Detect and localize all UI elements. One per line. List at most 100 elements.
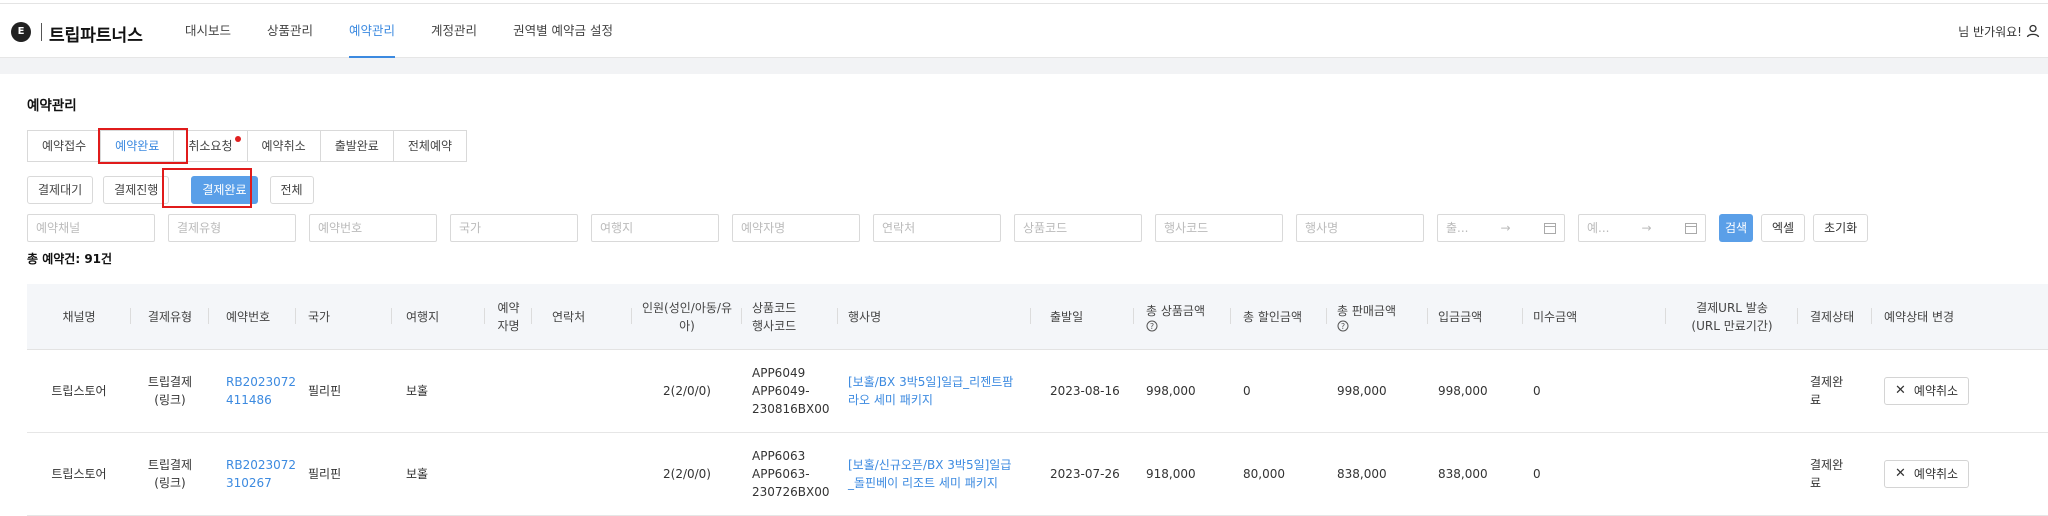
cell-destination: 보홀 (406, 384, 429, 398)
col-code: 상품코드 행사코드 (742, 284, 838, 349)
close-icon: ✕ (1895, 466, 1906, 481)
cell-total-product: 918,000 (1146, 467, 1196, 481)
cell-payment-type: 트립결제 (링크) (147, 375, 193, 407)
product-code-input[interactable]: 상품코드 (1014, 214, 1142, 242)
close-icon: ✕ (1895, 383, 1906, 398)
cell-deposit: 838,000 (1438, 467, 1488, 481)
col-departure: 출발일 (1031, 284, 1134, 349)
nav-dashboard[interactable]: 대시보드 (185, 4, 231, 58)
cell-unpaid: 0 (1533, 384, 1541, 398)
cell-action: ✕ 예약취소 (1872, 350, 2024, 432)
cell-channel: 트립스토어 (51, 467, 107, 481)
tab-label: 예약완료 (115, 139, 160, 153)
booking-no-input[interactable]: 예약번호 (309, 214, 437, 242)
date-start-placeholder: 출... (1446, 221, 1469, 235)
booker-input[interactable]: 예약자명 (732, 214, 860, 242)
search-button[interactable]: 검색 (1719, 214, 1753, 242)
event-name-input[interactable]: 행사명 (1296, 214, 1424, 242)
event-name-link[interactable]: [보홀/신규오픈/BX 3박5일]일급 _돌핀베이 리조트 세미 패키지 (838, 433, 1031, 515)
cell-booker (485, 350, 532, 432)
cell-contact (532, 433, 632, 515)
reset-button[interactable]: 초기화 (1813, 214, 1869, 242)
col-deposit: 입금금액 (1428, 284, 1523, 349)
arrow-icon: → (1500, 221, 1511, 235)
subtab-processing[interactable]: 결제진행 (103, 176, 170, 204)
table-row: 트립스토어 트립결제 (링크) RB2023072 310267 필리핀 보홀 … (27, 433, 2048, 516)
cell-action: ✕ 예약취소 (1872, 433, 2024, 515)
booking-no-link[interactable]: RB2023072 411486 (209, 350, 296, 432)
subtab-paid[interactable]: 결제완료 (191, 176, 258, 204)
col-destination: 여행지 (392, 284, 485, 349)
tab-label: 예약접수 (42, 139, 87, 153)
payment-type-filter[interactable]: 결제유형 (168, 214, 296, 242)
contact-input[interactable]: 연락처 (873, 214, 1001, 242)
notification-dot (234, 136, 241, 142)
cell-total-sales: 838,000 (1337, 467, 1387, 481)
tab-cancelled[interactable]: 예약취소 (246, 130, 320, 162)
subtab-pending[interactable]: 결제대기 (27, 176, 94, 204)
header-label: 총 상품금액 (1146, 303, 1206, 318)
total-count: 총 예약건: 91건 (27, 252, 113, 266)
cell-total-discount: 80,000 (1243, 467, 1285, 481)
svg-text:?: ? (1341, 322, 1345, 331)
logo-divider (41, 23, 42, 41)
col-pax: 인원(성인/아동/유아) (632, 284, 742, 349)
booking-no-link[interactable]: RB2023072 310267 (209, 433, 296, 515)
tab-label: 취소요청 (188, 139, 233, 153)
cancel-booking-button[interactable]: ✕ 예약취소 (1884, 377, 1970, 405)
cell-url-sent (1666, 350, 1798, 432)
col-contact: 연락처 (532, 284, 632, 349)
brand-name[interactable]: 트립파트너스 (49, 21, 143, 46)
subtab-all[interactable]: 전체 (269, 176, 314, 204)
calendar-icon (1544, 223, 1556, 234)
cell-country: 필리핀 (308, 467, 342, 481)
col-payment-type: 결제유형 (131, 284, 209, 349)
destination-filter[interactable]: 여행지 (591, 214, 719, 242)
top-header: E 트립파트너스 대시보드 상품관리 예약관리 계정관리 권역별 예약금 설정 … (0, 4, 2048, 58)
col-total-product: 총 상품금액 ? (1134, 284, 1231, 349)
cell-total-sales: 998,000 (1337, 384, 1387, 398)
col-booking-no: 예약번호 (209, 284, 296, 349)
cancel-booking-button[interactable]: ✕ 예약취소 (1884, 460, 1970, 488)
nav-deposit-settings[interactable]: 권역별 예약금 설정 (513, 4, 613, 58)
nav-account[interactable]: 계정관리 (431, 4, 477, 58)
cell-pax: 2(2/0/0) (663, 384, 711, 398)
help-icon[interactable]: ? (1146, 320, 1158, 332)
cell-total-product: 998,000 (1146, 384, 1196, 398)
cell-pay-status: 결제완 료 (1810, 375, 1844, 407)
nav-product[interactable]: 상품관리 (267, 4, 313, 58)
col-booker: 예약자명 (485, 284, 532, 349)
greeting-text: 님 반가워요! (1958, 25, 2022, 39)
excel-button[interactable]: 엑셀 (1761, 214, 1806, 242)
col-channel: 채널명 (27, 284, 131, 349)
country-filter[interactable]: 국가 (450, 214, 578, 242)
header-stack: 결제URL 발송 (URL 만료기간) (1691, 299, 1772, 335)
booking-date-range[interactable]: 예... → (1578, 214, 1706, 242)
event-code-input[interactable]: 행사코드 (1155, 214, 1283, 242)
user-icon[interactable] (2026, 24, 2040, 38)
page-title: 예약관리 (27, 98, 77, 114)
help-icon[interactable]: ? (1337, 320, 1349, 332)
event-name-link[interactable]: [보홀/BX 3박5일]일급_리젠트팜 라오 세미 패키지 (838, 350, 1031, 432)
cell-destination: 보홀 (406, 467, 429, 481)
cell-channel: 트립스토어 (51, 384, 107, 398)
nav-booking[interactable]: 예약관리 (349, 4, 396, 58)
tab-departed[interactable]: 출발완료 (319, 130, 393, 162)
logo-icon[interactable]: E (11, 22, 31, 42)
cell-booker (485, 433, 532, 515)
tab-received[interactable]: 예약접수 (27, 130, 101, 162)
col-unpaid: 미수금액 (1523, 284, 1666, 349)
departure-date-range[interactable]: 출... → (1437, 214, 1565, 242)
cell-contact (532, 350, 632, 432)
tab-all-bookings[interactable]: 전체예약 (392, 130, 468, 162)
channel-filter[interactable]: 예약채널 (27, 214, 155, 242)
tab-completed[interactable]: 예약완료 (100, 130, 174, 162)
col-pay-status: 결제상태 (1798, 284, 1872, 349)
header-stack: 총 판매금액 ? (1337, 302, 1396, 332)
col-change-status: 예약상태 변경 (1884, 309, 1955, 324)
cancel-label: 예약취소 (1913, 467, 1959, 481)
tab-cancel-request[interactable]: 취소요청 (173, 130, 247, 162)
svg-text:?: ? (1150, 322, 1154, 331)
cell-pay-status: 결제완 료 (1810, 458, 1844, 490)
col-event-name: 행사명 (838, 284, 1031, 349)
